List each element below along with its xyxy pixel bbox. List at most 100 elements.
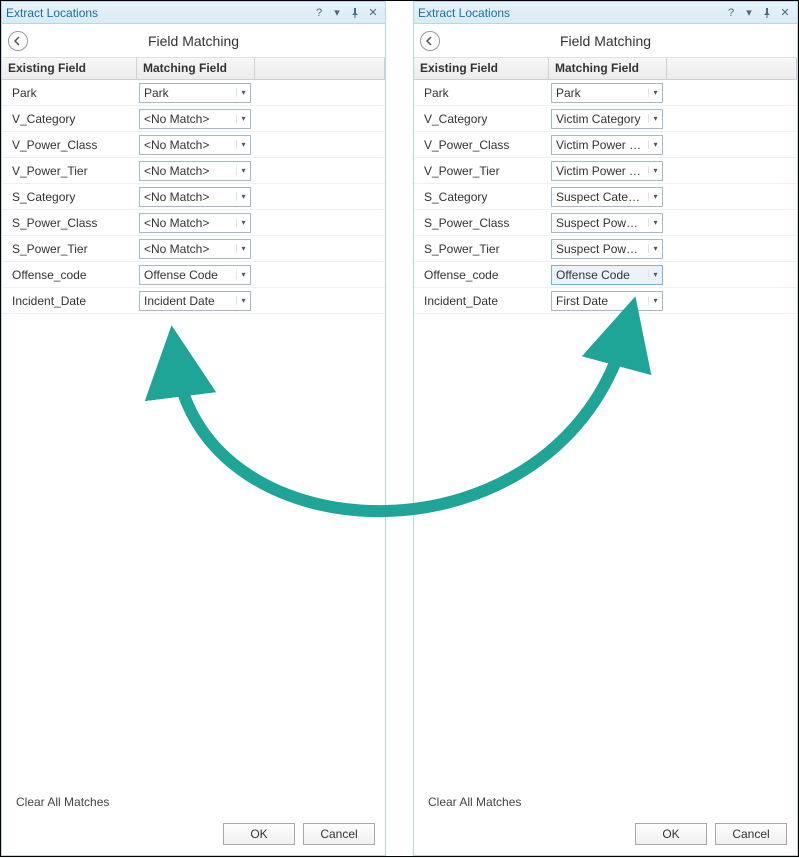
matching-field-dropdown[interactable]: <No Match>▾ <box>139 109 251 129</box>
table-row: S_Power_ClassSuspect Power Class▾ <box>414 210 797 236</box>
matching-field-dropdown[interactable]: Suspect Power Class▾ <box>551 213 663 233</box>
chevron-down-icon[interactable]: ▾ <box>236 296 250 305</box>
matching-field-dropdown[interactable]: First Date▾ <box>551 291 663 311</box>
table-row: Incident_DateFirst Date▾ <box>414 288 797 314</box>
clear-all-matches-link[interactable]: Clear All Matches <box>2 787 385 817</box>
dropdown-value: Victim Power Class <box>552 138 648 152</box>
chevron-down-icon[interactable]: ▾ <box>648 192 662 201</box>
matching-field-cell: <No Match>▾ <box>137 237 255 261</box>
chevron-down-icon[interactable]: ▾ <box>648 244 662 253</box>
chevron-down-icon[interactable]: ▾ <box>648 296 662 305</box>
chevron-down-icon[interactable]: ▾ <box>236 88 250 97</box>
table-row: V_Power_ClassVictim Power Class▾ <box>414 132 797 158</box>
matching-field-cell: <No Match>▾ <box>137 211 255 235</box>
table-row: S_CategorySuspect Category▾ <box>414 184 797 210</box>
existing-field-label: V_Power_Class <box>2 138 137 152</box>
existing-field-label: V_Power_Tier <box>2 164 137 178</box>
existing-field-label: S_Power_Tier <box>2 242 137 256</box>
chevron-down-icon[interactable]: ▾ <box>236 166 250 175</box>
table-row: S_Power_Tier<No Match>▾ <box>2 236 385 262</box>
matching-field-dropdown[interactable]: <No Match>▾ <box>139 161 251 181</box>
existing-field-label: S_Power_Tier <box>414 242 549 256</box>
matching-field-cell: Park▾ <box>137 81 255 105</box>
matching-field-cell: Victim Power Class▾ <box>549 133 667 157</box>
matching-field-cell: First Date▾ <box>549 289 667 313</box>
autohide-pin-icon[interactable] <box>347 5 363 21</box>
field-rows: ParkPark▾V_CategoryVictim Category▾V_Pow… <box>414 80 797 787</box>
dropdown-value: Park <box>552 86 648 100</box>
back-button[interactable] <box>8 31 28 51</box>
menu-dropdown-icon[interactable]: ▾ <box>329 5 345 21</box>
chevron-down-icon[interactable]: ▾ <box>648 88 662 97</box>
close-icon[interactable]: ✕ <box>365 5 381 21</box>
column-existing-field[interactable]: Existing Field <box>2 58 137 79</box>
table-row: V_Power_TierVictim Power Tier▾ <box>414 158 797 184</box>
matching-field-cell: <No Match>▾ <box>137 159 255 183</box>
matching-field-dropdown[interactable]: Suspect Power Tier▾ <box>551 239 663 259</box>
column-matching-field[interactable]: Matching Field <box>137 58 255 79</box>
button-row: OK Cancel <box>414 817 797 855</box>
dropdown-value: First Date <box>552 294 648 308</box>
clear-all-matches-link[interactable]: Clear All Matches <box>414 787 797 817</box>
column-headers: Existing Field Matching Field <box>2 58 385 80</box>
matching-field-cell: Offense Code▾ <box>549 263 667 287</box>
cancel-button[interactable]: Cancel <box>715 823 787 845</box>
existing-field-label: S_Power_Class <box>2 216 137 230</box>
matching-field-dropdown[interactable]: <No Match>▾ <box>139 213 251 233</box>
dropdown-value: Suspect Power Class <box>552 216 648 230</box>
matching-field-cell: <No Match>▾ <box>137 107 255 131</box>
dropdown-value: <No Match> <box>140 164 236 178</box>
help-icon[interactable]: ? <box>723 5 739 21</box>
dropdown-value: <No Match> <box>140 112 236 126</box>
ok-button[interactable]: OK <box>223 823 295 845</box>
chevron-down-icon[interactable]: ▾ <box>236 270 250 279</box>
column-existing-field[interactable]: Existing Field <box>414 58 549 79</box>
existing-field-label: Park <box>414 86 549 100</box>
chevron-down-icon[interactable]: ▾ <box>648 140 662 149</box>
chevron-down-icon[interactable]: ▾ <box>236 218 250 227</box>
chevron-down-icon[interactable]: ▾ <box>236 140 250 149</box>
cancel-button[interactable]: Cancel <box>303 823 375 845</box>
existing-field-label: S_Power_Class <box>414 216 549 230</box>
existing-field-label: Park <box>2 86 137 100</box>
matching-field-dropdown[interactable]: Suspect Category▾ <box>551 187 663 207</box>
back-button[interactable] <box>420 31 440 51</box>
matching-field-cell: Suspect Power Class▾ <box>549 211 667 235</box>
matching-field-dropdown[interactable]: <No Match>▾ <box>139 135 251 155</box>
autohide-pin-icon[interactable] <box>759 5 775 21</box>
chevron-down-icon[interactable]: ▾ <box>648 270 662 279</box>
page-title: Field Matching <box>414 33 797 49</box>
table-row: ParkPark▾ <box>2 80 385 106</box>
matching-field-dropdown[interactable]: Offense Code▾ <box>551 265 663 285</box>
matching-field-dropdown[interactable]: Victim Power Class▾ <box>551 135 663 155</box>
close-icon[interactable]: ✕ <box>777 5 793 21</box>
titlebar: Extract Locations ? ▾ ✕ <box>2 2 385 24</box>
field-rows: ParkPark▾V_Category<No Match>▾V_Power_Cl… <box>2 80 385 787</box>
help-icon[interactable]: ? <box>311 5 327 21</box>
matching-field-dropdown[interactable]: Victim Power Tier▾ <box>551 161 663 181</box>
matching-field-dropdown[interactable]: <No Match>▾ <box>139 187 251 207</box>
chevron-down-icon[interactable]: ▾ <box>648 166 662 175</box>
dropdown-value: Offense Code <box>552 268 648 282</box>
menu-dropdown-icon[interactable]: ▾ <box>741 5 757 21</box>
column-matching-field[interactable]: Matching Field <box>549 58 667 79</box>
existing-field-label: Offense_code <box>414 268 549 282</box>
page-title: Field Matching <box>2 33 385 49</box>
matching-field-dropdown[interactable]: <No Match>▾ <box>139 239 251 259</box>
panel-right: Extract Locations ? ▾ ✕ Field Matching E… <box>413 1 798 856</box>
matching-field-dropdown[interactable]: Offense Code▾ <box>139 265 251 285</box>
matching-field-dropdown[interactable]: Incident Date▾ <box>139 291 251 311</box>
chevron-down-icon[interactable]: ▾ <box>648 218 662 227</box>
chevron-down-icon[interactable]: ▾ <box>236 244 250 253</box>
matching-field-dropdown[interactable]: Park▾ <box>139 83 251 103</box>
dropdown-value: <No Match> <box>140 190 236 204</box>
matching-field-dropdown[interactable]: Park▾ <box>551 83 663 103</box>
ok-button[interactable]: OK <box>635 823 707 845</box>
dropdown-value: Victim Power Tier <box>552 164 648 178</box>
matching-field-cell: Park▾ <box>549 81 667 105</box>
chevron-down-icon[interactable]: ▾ <box>236 192 250 201</box>
chevron-down-icon[interactable]: ▾ <box>236 114 250 123</box>
dropdown-value: Suspect Category <box>552 190 648 204</box>
chevron-down-icon[interactable]: ▾ <box>648 114 662 123</box>
matching-field-dropdown[interactable]: Victim Category▾ <box>551 109 663 129</box>
